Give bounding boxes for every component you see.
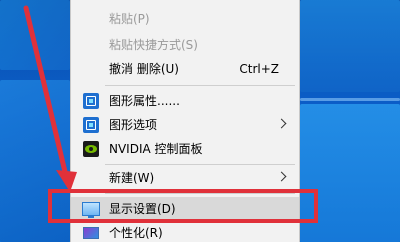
menu-item-personalize[interactable]: 个性化(R) [71,221,299,242]
nvidia-icon [83,141,99,157]
menu-item-graphics-properties[interactable]: 图形属性...... [71,89,299,113]
menu-item-label: NVIDIA 控制面板 [109,142,203,156]
menu-item-label: 粘贴(P) [109,12,150,26]
wallpaper-pane [0,0,70,70]
menu-item-undo-delete[interactable]: 撤消 删除(U) Ctrl+Z [71,57,299,81]
menu-item-label: 显示设置(D) [109,202,176,216]
desktop-context-menu: 粘贴(P) 粘贴快捷方式(S) 撤消 删除(U) Ctrl+Z 图形属性....… [70,0,300,242]
intel-graphics-icon [83,117,99,133]
menu-item-label: 图形属性...... [109,94,180,108]
menu-item-label: 新建(W) [109,171,155,185]
display-icon [82,202,100,218]
menu-separator [105,164,295,165]
wallpaper-pane [300,104,400,242]
menu-item-new[interactable]: 新建(W) [71,166,299,190]
menu-separator [105,85,295,86]
menu-item-display-settings[interactable]: 显示设置(D) [71,197,299,221]
wallpaper-pane [0,80,70,242]
menu-item-graphics-options[interactable]: 图形选项 [71,113,299,137]
menu-item-label: 个性化(R) [109,226,163,240]
menu-item-paste[interactable]: 粘贴(P) [71,7,299,31]
wallpaper-glow [300,98,400,101]
chevron-right-icon [276,171,287,182]
menu-item-label: 粘贴快捷方式(S) [109,38,198,52]
menu-item-paste-shortcut[interactable]: 粘贴快捷方式(S) [71,33,299,57]
menu-separator [105,193,295,194]
wallpaper-pane [300,0,400,92]
intel-graphics-icon [83,93,99,109]
desktop[interactable]: 粘贴(P) 粘贴快捷方式(S) 撤消 删除(U) Ctrl+Z 图形属性....… [0,0,400,242]
menu-item-label: 撤消 删除(U) [109,62,179,76]
shortcut-label: Ctrl+Z [239,62,279,76]
personalize-icon [83,227,99,239]
chevron-right-icon [276,118,287,129]
menu-item-label: 图形选项 [109,118,158,132]
menu-item-nvidia-control-panel[interactable]: NVIDIA 控制面板 [71,137,299,161]
